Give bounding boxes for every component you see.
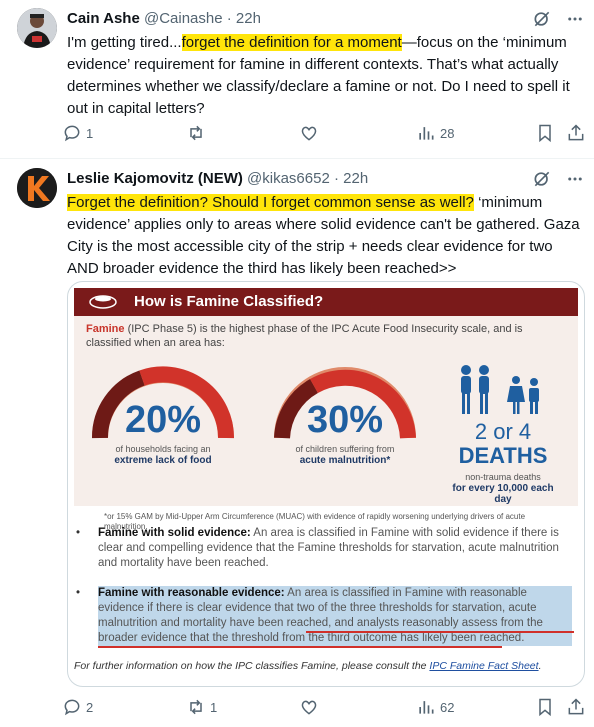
deaths-label: DEATHS (458, 443, 548, 468)
repost-count: 1 (210, 699, 218, 715)
views-count: 28 (440, 125, 455, 141)
infographic-banner: How is Famine Classified? (74, 288, 578, 316)
gauge-malnutrition-caption-text: of children suffering from (295, 444, 395, 454)
intro-lead: Famine (86, 323, 125, 335)
repost-icon (190, 125, 202, 141)
bullet-solid-evidence: • Famine with solid evidence: An area is… (68, 526, 584, 574)
deaths-caption-bold: for every 10,000 each day (452, 483, 554, 505)
bookmark-button[interactable] (535, 696, 555, 718)
tweet-text: Forget the definition? Should I forget c… (67, 192, 587, 280)
deaths-value: 2 or 4 DEATHS (448, 420, 558, 468)
gauge-malnutrition-value: 30% (306, 399, 384, 441)
display-name[interactable]: Leslie Kajomovitz (NEW) (67, 170, 243, 187)
views-button[interactable]: 28 (416, 122, 454, 144)
share-icon (568, 124, 584, 141)
avatar-image-icon (17, 8, 57, 48)
reply-count: 2 (86, 699, 94, 715)
more-icon[interactable] (566, 170, 584, 188)
fact-end: . (538, 660, 542, 672)
more-icon[interactable] (566, 10, 584, 28)
header-icons (532, 8, 584, 30)
repost-button[interactable] (186, 122, 210, 144)
bookmark-icon (539, 698, 551, 717)
reply-icon (64, 125, 80, 142)
bullet-reasonable-evidence: • Famine with reasonable evidence: An ar… (68, 586, 584, 652)
gauge-food-caption-text: of households facing an (115, 444, 211, 454)
share-button[interactable] (566, 696, 586, 718)
tweet-cain-ashe: Cain Ashe @Cainashe · 22h I'm getting ti… (0, 0, 594, 160)
tweet-text-start: I'm getting tired... (67, 34, 182, 51)
intro-rest: (IPC Phase 5) is the highest phase of th… (86, 323, 523, 349)
repost-icon (190, 699, 202, 715)
red-underline (98, 646, 502, 648)
fact-sheet-link[interactable]: IPC Famine Fact Sheet (429, 660, 538, 672)
fact-text: For further information on how the IPC c… (74, 660, 430, 672)
gauge-malnutrition-caption: of children suffering from acute malnutr… (270, 444, 420, 466)
handle[interactable]: @Cainashe (144, 10, 223, 27)
heart-icon (301, 126, 317, 141)
divider (0, 158, 594, 159)
bookmark-icon (539, 124, 551, 143)
fact-sheet-note: For further information on how the IPC c… (74, 660, 580, 672)
deaths-caption: non-trauma deaths for every 10,000 each … (448, 472, 558, 505)
timestamp[interactable]: 22h (236, 10, 261, 27)
views-count: 62 (440, 699, 455, 715)
timestamp[interactable]: 22h (343, 170, 368, 187)
handle[interactable]: @kikas6652 (247, 170, 330, 187)
display-name[interactable]: Cain Ashe (67, 10, 140, 27)
like-button[interactable] (299, 696, 323, 718)
reply-button[interactable]: 2 (62, 696, 93, 718)
views-icon (419, 127, 434, 140)
avatar-k-logo-icon (17, 168, 57, 208)
views-button[interactable]: 62 (416, 696, 454, 718)
famine-criteria-panel: Famine (IPC Phase 5) is the highest phas… (74, 316, 578, 531)
heart-icon (301, 700, 317, 715)
bullet-reasonable-text: Famine with reasonable evidence: An area… (98, 586, 572, 646)
views-icon (419, 701, 434, 714)
gauge-food-value: 20% (124, 399, 202, 441)
reply-icon (64, 699, 80, 716)
tweet-media-image[interactable]: How is Famine Classified? Famine (IPC Ph… (67, 281, 585, 687)
gauge-food-caption-bold: extreme lack of food (114, 455, 212, 466)
bullet-dot: • (76, 527, 81, 539)
tweet-text: I'm getting tired...forget the definitio… (67, 32, 587, 120)
like-button[interactable] (299, 122, 323, 144)
share-button[interactable] (566, 122, 586, 144)
gauge-malnutrition-caption-bold: acute malnutrition* (299, 455, 391, 466)
repost-button[interactable]: 1 (186, 696, 217, 718)
grok-icon[interactable] (532, 9, 552, 29)
intro-text: Famine (IPC Phase 5) is the highest phas… (86, 322, 546, 350)
bookmark-button[interactable] (535, 122, 555, 144)
reply-button[interactable]: 1 (62, 122, 93, 144)
bowl-icon (89, 295, 117, 309)
bullet-solid-lead: Famine with solid evidence: (98, 527, 251, 539)
bullet-reasonable-lead: Famine with reasonable evidence: (98, 587, 285, 599)
header-icons (532, 168, 584, 190)
avatar[interactable] (17, 8, 57, 48)
reply-count: 1 (86, 125, 94, 141)
red-underline (306, 631, 574, 633)
gauge-food-caption: of households facing an extreme lack of … (88, 444, 238, 466)
grok-icon[interactable] (532, 169, 552, 189)
tweet-header: Leslie Kajomovitz (NEW) @kikas6652 · 22h (67, 170, 369, 187)
deaths-number: 2 or 4 (474, 419, 532, 444)
action-bar: 2 1 62 (62, 696, 588, 718)
action-bar: 1 28 (62, 122, 588, 144)
deaths-caption-text: non-trauma deaths (465, 472, 541, 482)
avatar[interactable] (17, 168, 57, 208)
tweet-header: Cain Ashe @Cainashe · 22h (67, 10, 261, 27)
bullet-dot: • (76, 587, 81, 599)
tweet-text-highlight: Forget the definition? Should I forget c… (67, 194, 474, 211)
tweet-text-highlight: forget the definition for a moment (181, 34, 402, 51)
share-icon (568, 698, 584, 715)
bullet-solid-text: Famine with solid evidence: An area is c… (98, 526, 572, 571)
people-icon (461, 365, 539, 414)
infographic-title: How is Famine Classified? (134, 293, 324, 310)
